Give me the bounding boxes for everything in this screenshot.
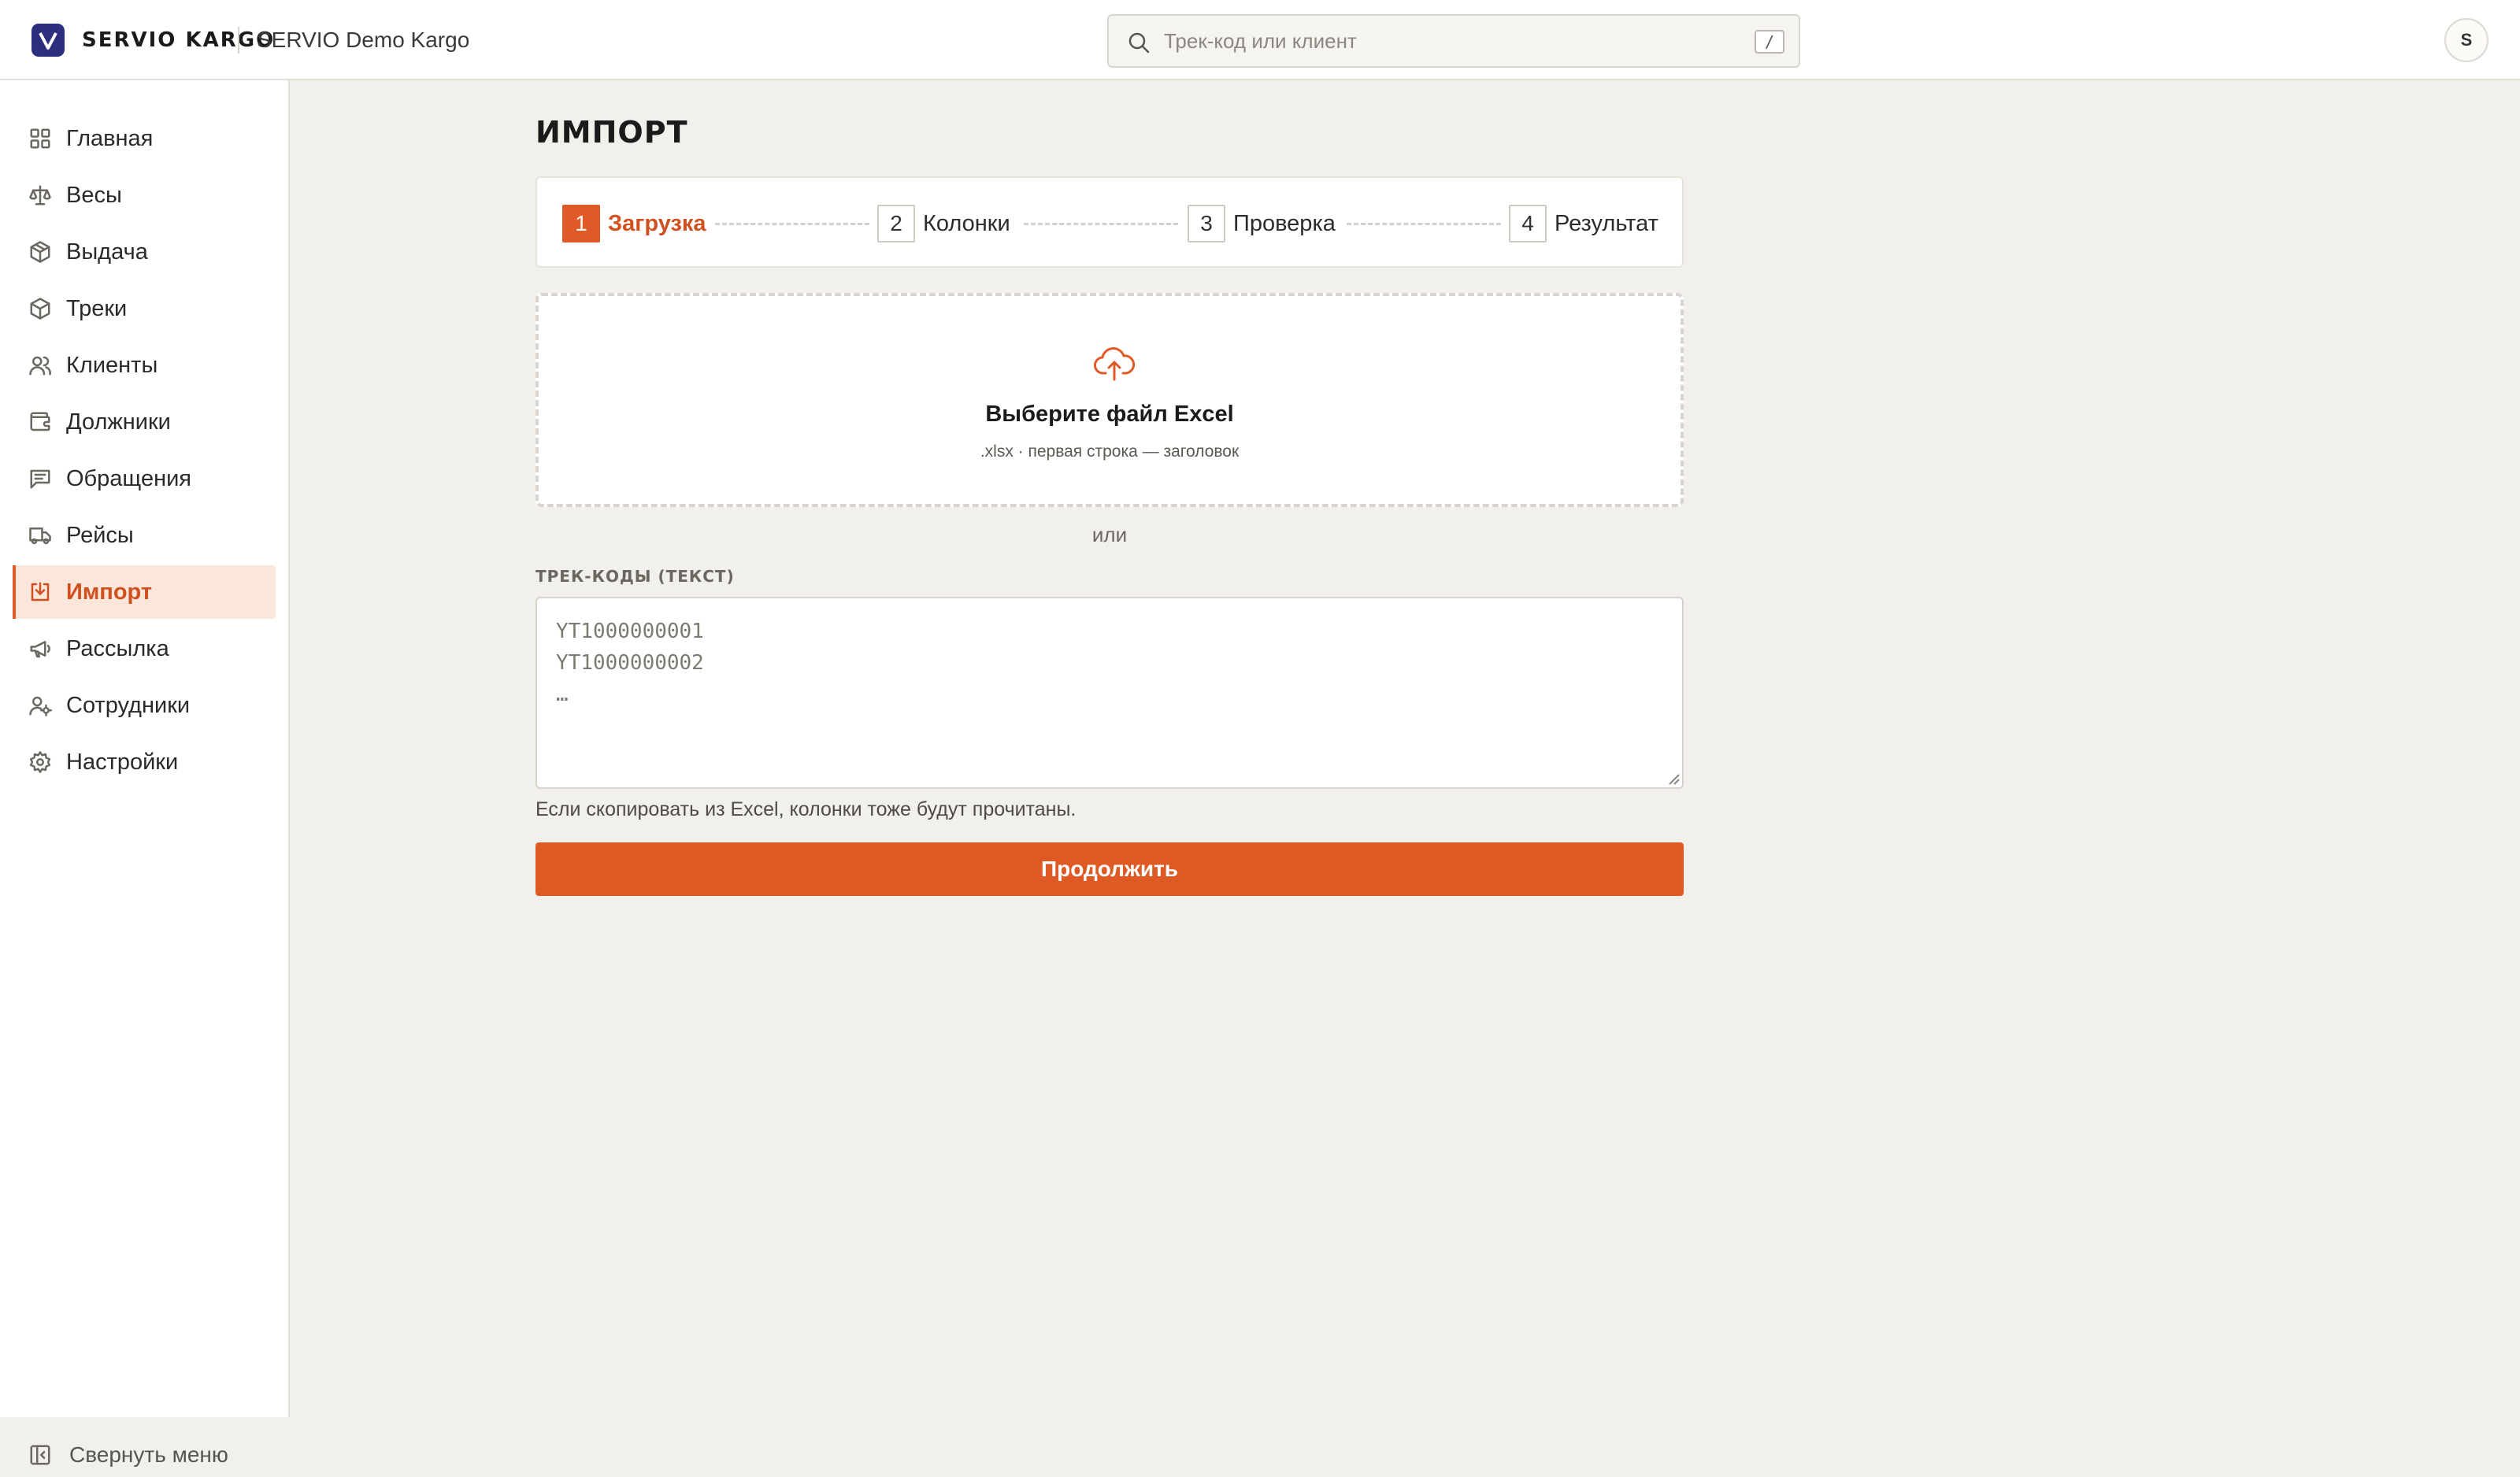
sidebar-item-clients[interactable]: Клиенты — [13, 339, 276, 392]
sidebar-item-mailing[interactable]: Рассылка — [13, 622, 276, 676]
logo-icon[interactable] — [32, 24, 65, 57]
sidebar-item-label: Обращения — [66, 465, 192, 491]
step-upload[interactable]: 1 Загрузка — [562, 205, 706, 242]
wallet-icon — [30, 412, 50, 431]
step-number: 2 — [877, 205, 915, 242]
scale-icon — [29, 185, 51, 205]
step-label: Загрузка — [608, 210, 706, 236]
resize-handle-icon[interactable] — [1665, 770, 1681, 786]
sidebar-item-label: Выдача — [66, 239, 148, 265]
grid-icon — [30, 128, 50, 149]
import-icon — [31, 582, 50, 602]
top-header: SERVIO KARGO SERVIO Demo Kargo / S — [0, 0, 2520, 80]
sidebar-item-label: Рассылка — [66, 635, 169, 661]
sidebar-item-label: Импорт — [66, 579, 153, 605]
user-avatar[interactable]: S — [2444, 18, 2488, 62]
sidebar-item-debtors[interactable]: Должники — [13, 395, 276, 449]
page-title: ИМПОРТ — [536, 115, 688, 150]
sidebar-item-label: Главная — [66, 125, 154, 151]
gear-icon — [29, 751, 51, 773]
message-icon — [30, 469, 50, 489]
tracks-field-label: ТРЕК-КОДЫ (ТЕКСТ) — [536, 567, 735, 586]
workspace-name[interactable]: SERVIO Demo Kargo — [257, 24, 469, 57]
sidebar-item-tracks[interactable]: Треки — [13, 282, 276, 335]
collapse-menu-label: Свернуть меню — [69, 1442, 228, 1467]
sidebar-item-trips[interactable]: Рейсы — [13, 509, 276, 562]
step-connector — [1024, 223, 1178, 225]
step-result[interactable]: 4 Результат — [1509, 205, 1658, 242]
cloud-upload-icon — [1094, 347, 1136, 381]
sidebar-item-label: Треки — [66, 295, 128, 321]
global-search[interactable]: / — [1107, 14, 1800, 68]
continue-button[interactable]: Продолжить — [536, 842, 1684, 896]
search-shortcut-key: / — [1755, 30, 1784, 54]
dropzone-title: Выберите файл Excel — [985, 402, 1234, 427]
sidebar-item-label: Весы — [66, 182, 122, 208]
step-review[interactable]: 3 Проверка — [1188, 205, 1336, 242]
sidebar-item-label: Сотрудники — [66, 692, 191, 718]
step-label: Проверка — [1233, 210, 1336, 236]
search-input[interactable] — [1164, 25, 1715, 57]
excel-dropzone[interactable]: Выберите файл Excel .xlsx · первая строк… — [536, 293, 1684, 507]
box-icon — [30, 241, 50, 263]
tracks-textarea[interactable] — [536, 597, 1684, 789]
sidebar: Главная Весы Выдача Треки Клиенты Должни… — [0, 80, 290, 1467]
step-number: 4 — [1509, 205, 1547, 242]
step-connector — [1347, 223, 1501, 225]
sidebar-item-scales[interactable]: Весы — [13, 168, 276, 222]
sidebar-item-label: Должники — [66, 409, 171, 435]
brand-name: SERVIO KARGO — [82, 28, 276, 52]
sidebar-item-label: Рейсы — [66, 522, 134, 548]
or-separator: или — [1091, 523, 1128, 546]
sidebar-item-requests[interactable]: Обращения — [13, 452, 276, 505]
import-stepper: 1 Загрузка 2 Колонки 3 Проверка 4 Резуль… — [536, 176, 1684, 268]
step-label: Результат — [1555, 210, 1658, 236]
users-icon — [29, 356, 51, 376]
sidebar-item-label: Настройки — [66, 749, 179, 775]
sidebar-collapse-icon — [30, 1445, 50, 1465]
sidebar-item-staff[interactable]: Сотрудники — [13, 679, 276, 732]
search-icon — [1128, 32, 1150, 54]
user-cog-icon — [29, 696, 52, 716]
step-columns[interactable]: 2 Колонки — [877, 205, 1010, 242]
paste-hint: Если скопировать из Excel, колонки тоже … — [536, 798, 1077, 820]
step-label: Колонки — [923, 210, 1010, 236]
sidebar-item-home[interactable]: Главная — [13, 112, 276, 165]
step-number: 3 — [1188, 205, 1225, 242]
sidebar-item-issue[interactable]: Выдача — [13, 225, 276, 279]
sidebar-item-settings[interactable]: Настройки — [13, 735, 276, 789]
dropzone-hint: .xlsx · первая строка — заголовок — [980, 442, 1240, 461]
sidebar-item-label: Клиенты — [66, 352, 158, 378]
package-icon — [30, 298, 50, 320]
sidebar-item-import[interactable]: Импорт — [13, 565, 276, 619]
step-number: 1 — [562, 205, 600, 242]
step-connector — [715, 223, 869, 225]
truck-icon — [29, 528, 51, 545]
collapse-menu-button[interactable]: Свернуть меню — [13, 1433, 276, 1477]
brand-divider — [238, 27, 239, 54]
megaphone-icon — [30, 641, 50, 658]
